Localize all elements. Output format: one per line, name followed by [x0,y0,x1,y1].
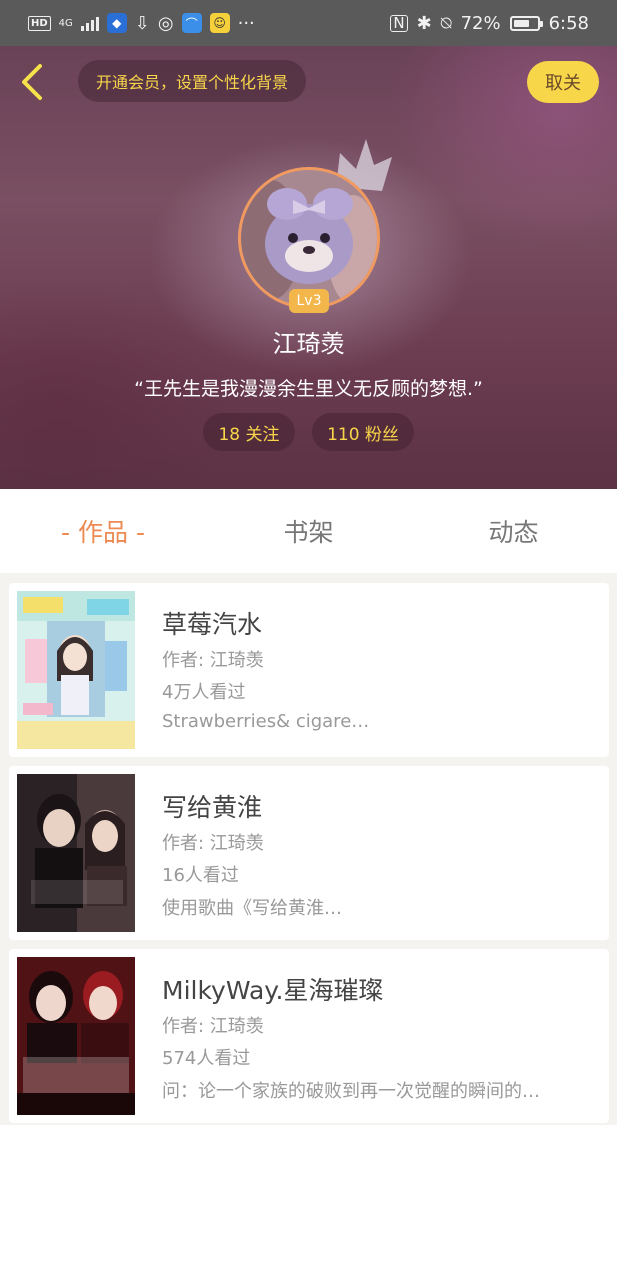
unfollow-button[interactable]: 取关 [527,61,599,103]
nfc-icon: N [390,14,408,32]
work-title: 写给黄淮 [162,793,263,822]
work-author: 作者: 江琦羡 [162,833,264,854]
back-button[interactable] [16,60,52,104]
work-title: MilkyWay.星海璀璨 [162,976,384,1005]
work-card[interactable]: 写给黄淮 作者: 江琦羡 16人看过 使用歌曲《写给黄淮… [9,766,609,940]
globe-icon: ◎ [157,12,174,34]
work-description: 问：论一个家族的破败到再一次觉醒的瞬间的… [162,1081,540,1102]
work-description: Strawberries& cigare… [162,711,370,732]
profile-header: 开通会员，设置个性化背景 取关 Lv3 江琦羡 “王先生是我漫漫余生里义无反顾的… [0,46,617,489]
app-icon-blue: ⌒ [181,13,202,33]
work-views: 4万人看过 [162,682,246,703]
more-icon: ··· [237,12,255,34]
following-count-button[interactable]: 18 关注 [203,413,295,451]
work-author: 作者: 江琦羡 [162,1016,264,1037]
vip-background-prompt[interactable]: 开通会员，设置个性化背景 [78,60,307,102]
work-views: 574人看过 [162,1048,251,1069]
hd-icon: HD [28,15,51,31]
work-title: 草莓汽水 [162,610,263,639]
avatar-plush-image [241,170,377,306]
mute-bell-icon: ⍉ [440,12,452,34]
status-bar-left: HD 4G ◆ ⇩ ◎ ⌒ ☺ ··· [28,13,255,34]
work-views: 16人看过 [162,865,239,886]
work-cover-image [17,774,135,932]
work-card[interactable]: 草莓汽水 作者: 江琦羡 4万人看过 Strawberries& cigare… [9,583,609,757]
fans-count-button[interactable]: 110 粉丝 [312,413,414,451]
network-label: 4G [58,17,73,29]
tab-activity[interactable]: 动态 [411,513,616,549]
level-badge: Lv3 [289,289,329,313]
tab-works[interactable]: - 作品 - [0,513,206,549]
avatar[interactable] [238,167,380,309]
profile-name: 江琦羡 [272,330,345,358]
avatar-container: Lv3 [238,139,392,313]
battery-percent: 72% [460,12,501,34]
profile-tabs: - 作品 - 书架 动态 [0,489,617,573]
work-description: 使用歌曲《写给黄淮… [162,898,342,919]
profile-bio: “王先生是我漫漫余生里义无反顾的梦想.” [134,378,483,400]
work-cover-image [17,591,135,749]
clock: 6:58 [548,12,589,34]
work-cover-image [17,957,135,1115]
download-icon: ⇩ [134,12,150,34]
chevron-left-icon [22,64,42,100]
battery-icon [509,15,543,31]
work-card[interactable]: MilkyWay.星海璀璨 作者: 江琦羡 574人看过 问：论一个家族的破败到… [9,949,609,1123]
signal-icon [80,15,99,31]
app-icon-yellow: ☺ [209,13,230,33]
status-bar: HD 4G ◆ ⇩ ◎ ⌒ ☺ ··· N ✱ ⍉ 72% 6:58 [0,0,617,46]
shield-app-icon: ◆ [106,13,127,33]
status-bar-right: N ✱ ⍉ 72% 6:58 [390,13,589,34]
tab-bookshelf[interactable]: 书架 [206,513,411,549]
bluetooth-icon: ✱ [416,12,432,34]
work-author: 作者: 江琦羡 [162,650,264,671]
